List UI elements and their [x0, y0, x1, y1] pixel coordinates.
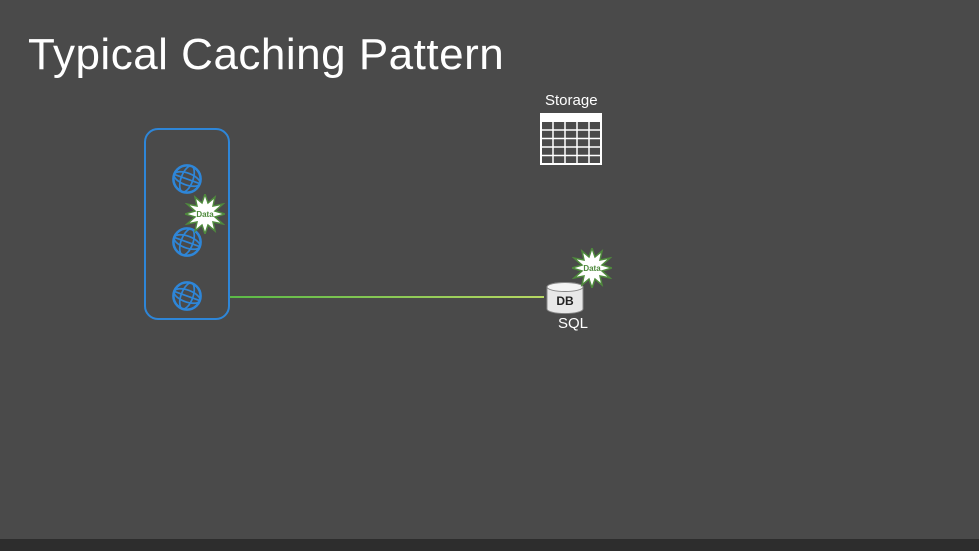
slide-title: Typical Caching Pattern	[28, 30, 504, 80]
db-text: DB	[556, 294, 574, 308]
burst-label: Data	[185, 210, 225, 219]
web-node-icon	[170, 162, 204, 196]
storage-table-icon	[540, 113, 602, 165]
connector-line	[230, 296, 544, 298]
web-node-icon	[170, 279, 204, 313]
bottom-strip	[0, 539, 979, 551]
data-burst-icon: Data	[185, 194, 225, 234]
data-burst-icon: Data	[572, 248, 612, 288]
storage-label: Storage	[545, 92, 598, 109]
burst-label: Data	[572, 264, 612, 273]
